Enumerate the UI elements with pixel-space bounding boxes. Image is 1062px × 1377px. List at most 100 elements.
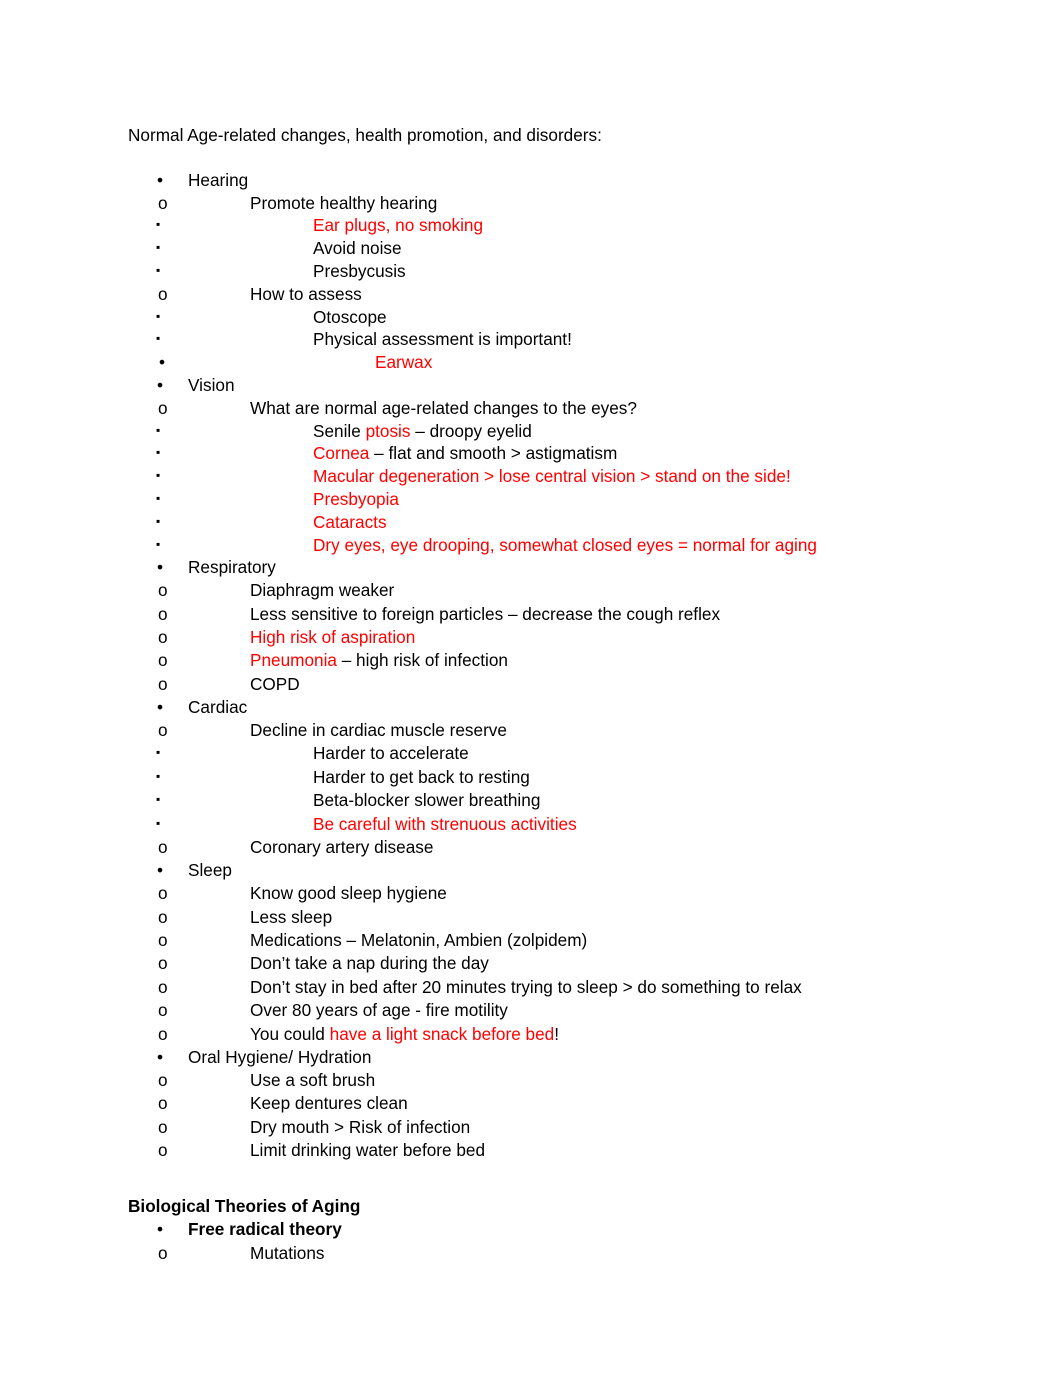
- bullet-square-icon: ▪: [156, 745, 161, 760]
- list-item: o Don’t stay in bed after 20 minutes try…: [128, 976, 948, 999]
- list-item: o High risk of aspiration: [128, 626, 948, 649]
- bullet-circle-icon: o: [158, 650, 168, 671]
- list-item-label: Free radical theory: [188, 1219, 342, 1240]
- subsection-cardiac-reserve: o Decline in cardiac muscle reserve: [128, 719, 948, 742]
- list-item-label: Use a soft brush: [250, 1069, 376, 1090]
- list-item: o Less sleep: [128, 906, 948, 929]
- list-item: ▪ Cornea – flat and smooth > astigmatism: [128, 442, 948, 465]
- bullet-circle-icon: o: [158, 626, 168, 647]
- section-heading-label: Respiratory: [188, 557, 276, 578]
- list-item: o COPD: [128, 673, 948, 696]
- list-item-label: Physical assessment is important!: [313, 329, 572, 350]
- list-item-label: Over 80 years of age - fire motility: [250, 1000, 508, 1021]
- list-item: ▪ Harder to get back to resting: [128, 766, 948, 789]
- list-item-label: Dry eyes, eye drooping, somewhat closed …: [313, 534, 817, 555]
- section-heading-label: Biological Theories of Aging: [128, 1196, 361, 1217]
- list-item-segment: – droopy eyelid: [410, 420, 532, 441]
- list-item-label: Macular degeneration > lose central visi…: [313, 466, 791, 487]
- list-item: ▪ Be careful with strenuous activities: [128, 813, 948, 836]
- bullet-disc-icon: •: [157, 860, 164, 881]
- list-item-label: Don’t stay in bed after 20 minutes tryin…: [250, 976, 802, 997]
- list-item-label: Don’t take a nap during the day: [250, 953, 489, 974]
- list-item: o Coronary artery disease: [128, 836, 948, 859]
- bullet-circle-icon: o: [158, 719, 168, 740]
- bullet-square-icon: ▪: [156, 217, 161, 232]
- list-item-segment-highlight: Pneumonia: [250, 650, 337, 671]
- document-title-text: Normal Age-related changes, health promo…: [128, 125, 602, 145]
- bullet-square-icon: ▪: [156, 768, 161, 783]
- list-item: ▪ Harder to accelerate: [128, 742, 948, 765]
- list-item-mutations: o Mutations: [128, 1242, 948, 1265]
- list-item-free-radical-theory: • Free radical theory: [128, 1218, 948, 1241]
- section-heading-label: Hearing: [188, 169, 249, 190]
- list-item: o Limit drinking water before bed: [128, 1139, 948, 1162]
- list-item: ▪ Macular degeneration > lose central vi…: [128, 465, 948, 488]
- subsection-label: Decline in cardiac muscle reserve: [250, 719, 507, 740]
- bullet-disc-icon: •: [159, 352, 166, 373]
- list-item-segment-highlight: ptosis: [365, 420, 411, 441]
- section-sleep: • Sleep: [128, 859, 948, 882]
- bullet-circle-icon: o: [158, 1069, 168, 1090]
- list-item-label: Be careful with strenuous activities: [313, 813, 577, 834]
- list-item: ▪ Otoscope: [128, 306, 948, 329]
- subsection-label: What are normal age-related changes to t…: [250, 397, 637, 418]
- list-item: ▪ Dry eyes, eye drooping, somewhat close…: [128, 534, 948, 557]
- section-heading-biological-theories: Biological Theories of Aging: [128, 1195, 948, 1218]
- bullet-circle-icon: o: [158, 930, 168, 951]
- list-item: ▪ Beta-blocker slower breathing: [128, 789, 948, 812]
- bullet-square-icon: ▪: [156, 308, 161, 323]
- document-body: Normal Age-related changes, health promo…: [128, 124, 948, 1265]
- bullet-disc-icon: •: [157, 169, 164, 190]
- bullet-square-icon: ▪: [156, 468, 161, 483]
- list-item: ▪ Presbyopia: [128, 488, 948, 511]
- list-item-label: Limit drinking water before bed: [250, 1140, 486, 1161]
- bullet-circle-icon: o: [158, 397, 168, 418]
- list-item-segment-highlight: Cornea: [313, 443, 370, 464]
- bullet-circle-icon: o: [158, 883, 168, 904]
- bullet-square-icon: ▪: [156, 262, 161, 277]
- bullet-circle-icon: o: [158, 673, 168, 694]
- bullet-circle-icon: o: [158, 837, 168, 857]
- bullet-square-icon: ▪: [156, 490, 161, 505]
- list-item-label: High risk of aspiration: [250, 626, 416, 647]
- bullet-square-icon: ▪: [156, 536, 161, 551]
- bullet-disc-icon: •: [157, 1219, 164, 1240]
- list-item: ▪ Physical assessment is important!: [128, 328, 948, 351]
- list-item: ▪ Presbycusis: [128, 260, 948, 283]
- list-item-segment: !: [554, 1023, 559, 1044]
- list-item: o Dry mouth > Risk of infection: [128, 1116, 948, 1139]
- list-item-label: Cataracts: [313, 511, 387, 532]
- section-heading-label: Sleep: [188, 860, 232, 881]
- bullet-circle-icon: o: [158, 192, 168, 213]
- bullet-disc-icon: •: [157, 1047, 164, 1068]
- list-item-label: Harder to get back to resting: [313, 766, 530, 787]
- list-item-label: Otoscope: [313, 306, 387, 327]
- section-cardiac: • Cardiac: [128, 696, 948, 719]
- bullet-circle-icon: o: [158, 1093, 168, 1114]
- list-item: ▪ Senile ptosis – droopy eyelid: [128, 420, 948, 443]
- list-item: o Pneumonia – high risk of infection: [128, 649, 948, 672]
- list-item-segment: – flat and smooth > astigmatism: [369, 443, 618, 464]
- bullet-circle-icon: o: [158, 580, 168, 601]
- subsection-how-to-assess: o How to assess: [128, 283, 948, 306]
- list-item: ▪ Cataracts: [128, 511, 948, 534]
- bullet-square-icon: ▪: [156, 331, 161, 346]
- section-vision: • Vision: [128, 374, 948, 397]
- document-title: Normal Age-related changes, health promo…: [128, 124, 948, 147]
- list-item-label: Presbyopia: [313, 488, 399, 509]
- bullet-circle-icon: o: [158, 283, 168, 304]
- bullet-square-icon: ▪: [156, 815, 161, 830]
- list-item: ▪ Ear plugs, no smoking: [128, 214, 948, 237]
- list-item: o Use a soft brush: [128, 1069, 948, 1092]
- bullet-disc-icon: •: [157, 374, 164, 395]
- bullet-circle-icon: o: [158, 1242, 168, 1263]
- bullet-circle-icon: o: [158, 906, 168, 927]
- list-item-label: COPD: [250, 673, 300, 694]
- section-hearing: • Hearing: [128, 169, 948, 192]
- section-heading-label: Cardiac: [188, 697, 248, 718]
- bullet-square-icon: ▪: [156, 445, 161, 460]
- list-item-label: Keep dentures clean: [250, 1093, 408, 1114]
- list-item-segment-highlight: have a light snack before bed: [329, 1023, 555, 1044]
